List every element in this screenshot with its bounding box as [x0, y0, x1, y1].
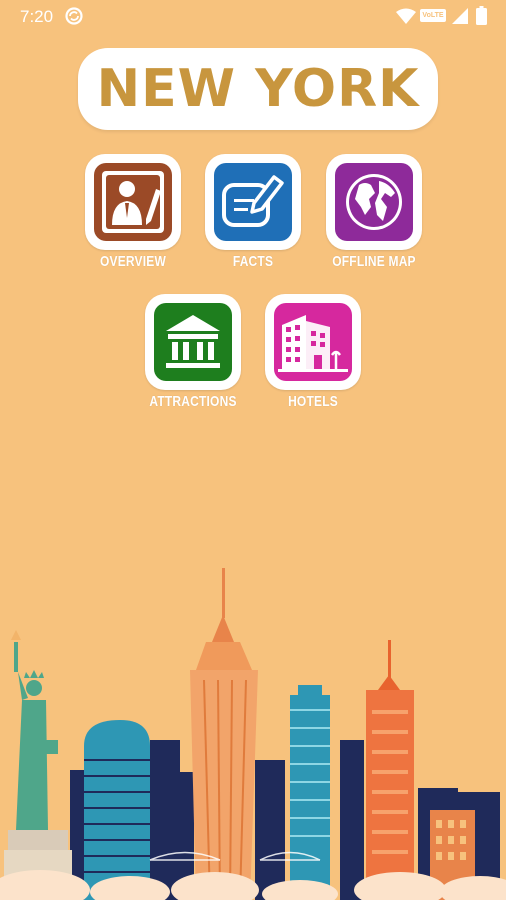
overview-label: OVERVIEW	[99, 252, 167, 270]
facts-frame	[205, 154, 301, 250]
globe-icon	[335, 163, 413, 241]
businessman-pencil-icon	[94, 163, 172, 241]
offline-map-button[interactable]: OFFLINE MAP	[326, 154, 422, 274]
hotels-button[interactable]: HOTELS	[265, 294, 361, 414]
signal-icon	[452, 8, 468, 24]
hotels-frame	[265, 294, 361, 390]
hotels-label: HOTELS	[288, 392, 338, 410]
skyline-illustration	[0, 568, 506, 900]
offline-map-label: OFFLINE MAP	[332, 252, 416, 270]
attractions-button[interactable]: ATTRACTIONS	[145, 294, 241, 414]
statue-of-liberty	[11, 630, 58, 830]
overview-frame	[85, 154, 181, 250]
battery-icon	[476, 6, 487, 25]
volte-label: VoLTE	[422, 12, 444, 19]
status-time: 7:20	[20, 7, 54, 26]
wifi-icon	[396, 8, 416, 24]
app-title: NEW YORK	[96, 59, 420, 119]
title-banner: NEW YORK	[78, 48, 438, 130]
status-bar: 7:20 VoLTE	[0, 0, 506, 34]
hotel-building-icon	[274, 303, 352, 381]
volte-icon: VoLTE	[420, 9, 446, 22]
attractions-frame	[145, 294, 241, 390]
overview-button[interactable]: OVERVIEW	[85, 154, 181, 274]
note-edit-icon	[214, 163, 292, 241]
museum-icon	[154, 303, 232, 381]
offline-map-frame	[326, 154, 422, 250]
sync-icon	[65, 7, 83, 25]
facts-button[interactable]: FACTS	[205, 154, 301, 274]
facts-label: FACTS	[232, 252, 274, 270]
attractions-label: ATTRACTIONS	[149, 392, 237, 410]
